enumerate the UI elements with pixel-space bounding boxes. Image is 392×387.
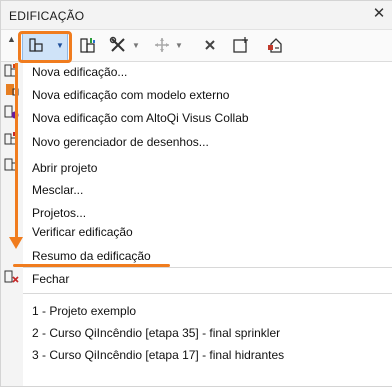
- menu-item-resumo-edificacao[interactable]: Resumo da edificação: [32, 247, 151, 265]
- recent-project-1[interactable]: 1 - Projeto exemplo: [32, 302, 136, 320]
- new-window-icon[interactable]: [229, 34, 253, 56]
- annotation-arrow-head: [9, 237, 23, 249]
- dropdown-menu: Nova edificação... Nova edificação com m…: [23, 62, 392, 386]
- annotation-underline: [13, 264, 170, 267]
- annotation-arrow-shaft: [15, 63, 18, 241]
- recent-project-3[interactable]: 3 - Curso QiIncêndio [etapa 17] - final …: [32, 346, 284, 364]
- menu-item-verificar-edificacao[interactable]: Verificar edificação: [32, 223, 133, 241]
- menu-item-abrir-projeto[interactable]: Abrir projeto: [32, 159, 97, 177]
- menu-divider: [23, 293, 392, 294]
- move-icon[interactable]: [150, 34, 174, 56]
- scroll-up-icon[interactable]: ▲: [7, 34, 16, 44]
- menu-item-fechar[interactable]: Fechar: [32, 270, 69, 288]
- menu-item-nova-edificacao[interactable]: Nova edificação...: [32, 63, 127, 81]
- left-icon-strip: ▲: [1, 34, 23, 386]
- close-icon[interactable]: ✕: [370, 5, 388, 23]
- title-bar: EDIFICAÇÃO ✕: [1, 1, 392, 30]
- building-stats-icon[interactable]: [76, 34, 100, 56]
- tools-icon[interactable]: [106, 34, 130, 56]
- add-floor-icon[interactable]: [264, 34, 288, 56]
- menu-item-visus-collab[interactable]: Nova edificação com AltoQi Visus Collab: [32, 109, 249, 127]
- menu-item-mesclar[interactable]: Mesclar...: [32, 181, 83, 199]
- panel-title: EDIFICAÇÃO: [9, 9, 85, 23]
- menu-item-gerenciador-desenhos[interactable]: Novo gerenciador de desenhos...: [32, 133, 209, 151]
- menu-divider: [23, 267, 392, 268]
- delete-icon[interactable]: [198, 34, 222, 56]
- edificacao-panel: EDIFICAÇÃO ✕ ▼ ▼ ▼ ▲ Nova edificação... …: [0, 0, 392, 387]
- chevron-down-icon[interactable]: ▼: [131, 34, 141, 56]
- chevron-down-icon[interactable]: ▼: [174, 34, 184, 56]
- close-project-icon: [4, 269, 19, 284]
- recent-project-2[interactable]: 2 - Curso QiIncêndio [etapa 35] - final …: [32, 324, 280, 342]
- menu-item-projetos[interactable]: Projetos...: [32, 204, 86, 222]
- menu-item-modelo-externo[interactable]: Nova edificação com modelo externo: [32, 86, 229, 104]
- highlight-box: [18, 31, 72, 63]
